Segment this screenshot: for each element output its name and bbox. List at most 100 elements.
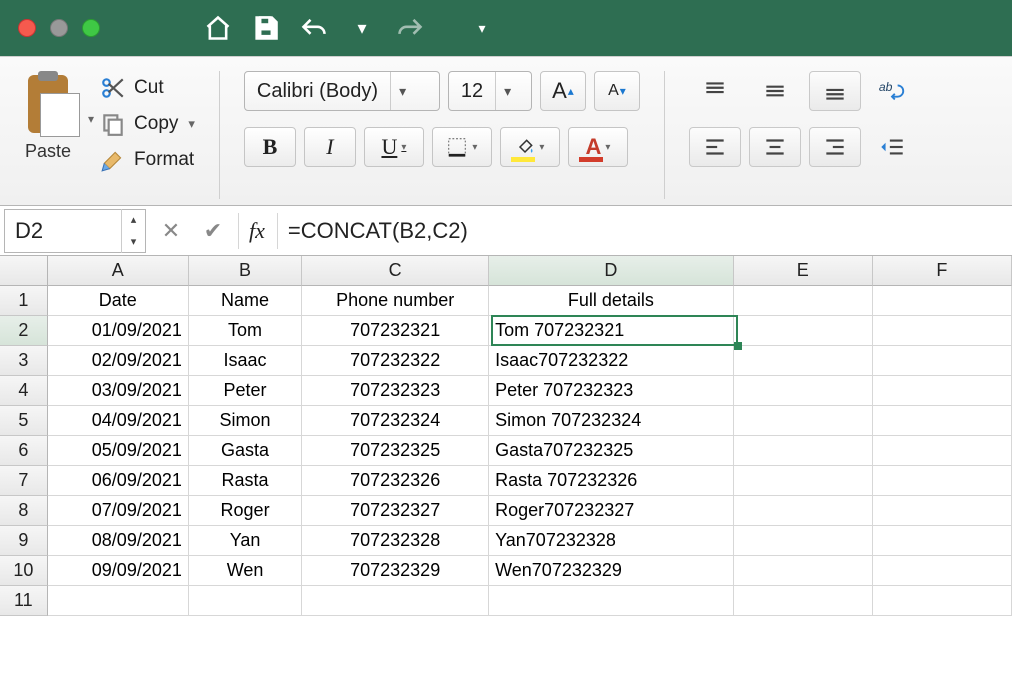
cell[interactable] — [873, 316, 1012, 346]
col-header-E[interactable]: E — [734, 256, 873, 286]
cell[interactable]: 05/09/2021 — [48, 436, 189, 466]
align-right-button[interactable] — [809, 127, 861, 167]
name-box[interactable]: D2 ▴▾ — [4, 209, 146, 253]
cell[interactable] — [734, 436, 873, 466]
cell[interactable]: Yan707232328 — [489, 526, 734, 556]
wrap-text-button[interactable]: ab — [869, 71, 915, 111]
row-header[interactable]: 5 — [0, 406, 48, 436]
underline-button[interactable]: U▾ — [364, 127, 424, 167]
zoom-window-button[interactable] — [82, 19, 100, 37]
cell[interactable]: Isaac — [189, 346, 302, 376]
col-header-C[interactable]: C — [302, 256, 489, 286]
cell[interactable]: 07/09/2021 — [48, 496, 189, 526]
cell[interactable] — [873, 376, 1012, 406]
row-header[interactable]: 9 — [0, 526, 48, 556]
select-all-corner[interactable] — [0, 256, 48, 286]
row-header[interactable]: 10 — [0, 556, 48, 586]
font-color-dropdown[interactable]: ▾ — [605, 142, 610, 153]
cell[interactable]: Tom 707232321 — [489, 316, 734, 346]
row-header[interactable]: 8 — [0, 496, 48, 526]
cell[interactable] — [48, 586, 189, 616]
fill-handle[interactable] — [734, 342, 742, 350]
row-header[interactable]: 11 — [0, 586, 48, 616]
align-left-button[interactable] — [689, 127, 741, 167]
borders-dropdown[interactable]: ▾ — [472, 142, 477, 153]
cell[interactable]: 707232324 — [302, 406, 489, 436]
cell[interactable] — [489, 586, 734, 616]
cell[interactable]: 707232329 — [302, 556, 489, 586]
row-header[interactable]: 7 — [0, 466, 48, 496]
align-center-button[interactable] — [749, 127, 801, 167]
cell[interactable] — [873, 556, 1012, 586]
cell[interactable]: Gasta — [189, 436, 302, 466]
paste-button[interactable]: Paste — [14, 71, 82, 166]
row-header[interactable]: 6 — [0, 436, 48, 466]
cell[interactable]: Simon — [189, 406, 302, 436]
italic-button[interactable]: I — [304, 127, 356, 167]
cell[interactable]: Full details — [489, 286, 734, 316]
align-top-button[interactable] — [689, 71, 741, 111]
increase-font-button[interactable]: A▴ — [540, 71, 586, 111]
formula-input[interactable]: =CONCAT(B2,C2) — [282, 218, 1012, 244]
cell[interactable]: 707232325 — [302, 436, 489, 466]
cell[interactable] — [734, 376, 873, 406]
cell[interactable] — [734, 466, 873, 496]
cut-button[interactable]: Cut — [100, 75, 195, 101]
cell[interactable] — [734, 406, 873, 436]
cancel-formula-button[interactable]: ✕ — [150, 206, 192, 255]
cell[interactable]: 09/09/2021 — [48, 556, 189, 586]
copy-dropdown[interactable]: ▾ — [188, 116, 195, 132]
cell[interactable]: Wen — [189, 556, 302, 586]
minimize-window-button[interactable] — [50, 19, 68, 37]
font-name-combo[interactable]: Calibri (Body) ▾ — [244, 71, 440, 111]
cell[interactable]: Gasta707232325 — [489, 436, 734, 466]
cell[interactable] — [873, 406, 1012, 436]
customize-toolbar-dropdown[interactable]: ▾ — [462, 10, 502, 46]
cell[interactable] — [734, 496, 873, 526]
cell[interactable]: 707232327 — [302, 496, 489, 526]
fx-label[interactable]: fx — [243, 218, 273, 244]
cell[interactable]: Simon 707232324 — [489, 406, 734, 436]
decrease-indent-button[interactable] — [869, 127, 915, 167]
redo-button[interactable] — [390, 10, 430, 46]
close-window-button[interactable] — [18, 19, 36, 37]
align-bottom-button[interactable] — [809, 71, 861, 111]
home-icon[interactable] — [198, 10, 238, 46]
cell[interactable] — [734, 526, 873, 556]
cell[interactable]: Wen707232329 — [489, 556, 734, 586]
font-name-dropdown[interactable]: ▾ — [390, 72, 414, 110]
fill-color-button[interactable]: ▾ — [500, 127, 560, 167]
cell[interactable] — [302, 586, 489, 616]
cell[interactable]: 707232328 — [302, 526, 489, 556]
underline-dropdown[interactable]: ▾ — [401, 142, 406, 153]
row-header[interactable]: 1 — [0, 286, 48, 316]
cell[interactable]: 08/09/2021 — [48, 526, 189, 556]
name-box-spinner[interactable]: ▴▾ — [121, 209, 145, 253]
spreadsheet-grid[interactable]: A B C D E F 1 Date Name Phone number Ful… — [0, 256, 1012, 616]
cell[interactable] — [189, 586, 302, 616]
cell[interactable]: Rasta — [189, 466, 302, 496]
cell[interactable]: Peter — [189, 376, 302, 406]
align-middle-button[interactable] — [749, 71, 801, 111]
row-header[interactable]: 3 — [0, 346, 48, 376]
fill-color-dropdown[interactable]: ▾ — [539, 142, 544, 153]
font-size-combo[interactable]: 12 ▾ — [448, 71, 532, 111]
cell[interactable] — [734, 556, 873, 586]
cell[interactable] — [873, 286, 1012, 316]
cell[interactable]: 04/09/2021 — [48, 406, 189, 436]
format-painter-button[interactable]: Format — [100, 147, 195, 173]
cell[interactable] — [873, 436, 1012, 466]
cell[interactable] — [873, 526, 1012, 556]
row-header[interactable]: 2 — [0, 316, 48, 346]
decrease-font-button[interactable]: A▾ — [594, 71, 640, 111]
bold-button[interactable]: B — [244, 127, 296, 167]
col-header-B[interactable]: B — [189, 256, 302, 286]
cell[interactable] — [873, 346, 1012, 376]
cell[interactable] — [734, 316, 873, 346]
cell[interactable]: 03/09/2021 — [48, 376, 189, 406]
cell[interactable] — [873, 496, 1012, 526]
copy-button[interactable]: Copy ▾ — [100, 111, 195, 137]
col-header-F[interactable]: F — [873, 256, 1012, 286]
cell[interactable] — [734, 286, 873, 316]
col-header-A[interactable]: A — [48, 256, 189, 286]
